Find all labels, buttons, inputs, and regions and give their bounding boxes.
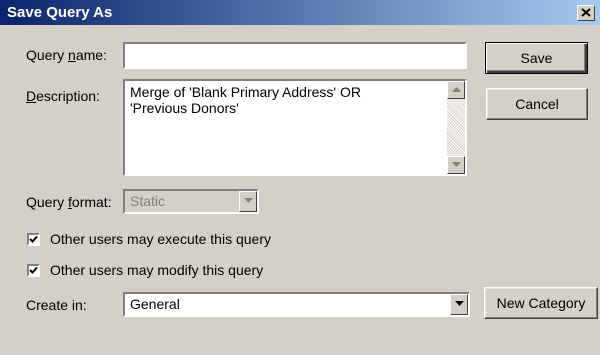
create-in-select[interactable]: General (123, 292, 470, 317)
checkmark-icon (29, 235, 38, 243)
description-textarea[interactable]: Merge of 'Blank Primary Address' OR 'Pre… (123, 79, 467, 176)
execute-checkbox-label[interactable]: Other users may execute this query (50, 231, 271, 247)
scroll-up-button[interactable] (447, 81, 465, 99)
description-scrollbar[interactable] (447, 81, 465, 174)
cancel-button[interactable]: Cancel (486, 88, 588, 120)
checkmark-icon (29, 266, 38, 274)
arrow-up-icon (452, 87, 461, 92)
scroll-down-button[interactable] (447, 156, 465, 174)
chevron-down-icon (455, 301, 464, 306)
description-label: Description: (26, 88, 100, 104)
save-button[interactable]: Save (485, 42, 588, 74)
chevron-down-icon (244, 198, 253, 203)
title-bar[interactable]: Save Query As (0, 0, 600, 25)
query-name-label: Query name: (26, 47, 107, 63)
query-name-input[interactable] (123, 42, 467, 69)
query-format-select[interactable]: Static (123, 189, 259, 214)
dialog-title: Save Query As (7, 4, 113, 21)
execute-checkbox[interactable] (27, 233, 40, 246)
new-category-button[interactable]: New Category (484, 287, 598, 319)
arrow-down-icon (452, 162, 461, 167)
close-icon (581, 8, 591, 17)
modify-checkbox-label[interactable]: Other users may modify this query (50, 262, 263, 278)
create-in-dropdown-button[interactable] (450, 294, 468, 315)
save-query-as-dialog: Save Query As Query name: Description: M… (0, 0, 600, 355)
modify-checkbox[interactable] (27, 264, 40, 277)
create-in-label: Create in: (26, 297, 87, 313)
query-format-value: Static (130, 193, 166, 209)
close-button[interactable] (577, 5, 595, 21)
query-format-dropdown-button[interactable] (239, 191, 257, 212)
create-in-value: General (130, 296, 180, 312)
query-format-label: Query format: (26, 194, 112, 210)
description-value: Merge of 'Blank Primary Address' OR 'Pre… (130, 84, 361, 116)
